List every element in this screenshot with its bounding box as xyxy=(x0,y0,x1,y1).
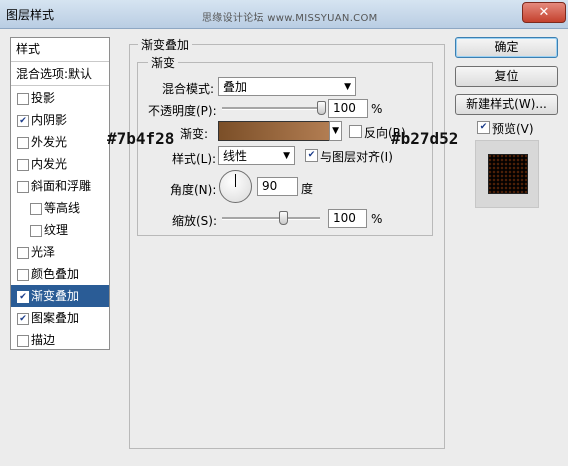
style-item[interactable]: 颜色叠加 xyxy=(11,263,109,285)
style-item[interactable]: 等高线 xyxy=(11,197,109,219)
angle-dial[interactable] xyxy=(219,170,252,203)
style-item-checkbox[interactable] xyxy=(30,203,42,215)
style-item-label: 外发光 xyxy=(31,135,68,149)
gradient-label: 渐变: xyxy=(180,127,209,141)
style-item-checkbox[interactable] xyxy=(17,247,29,259)
angle-input[interactable]: 90 xyxy=(257,177,298,196)
preview-label: 预览(V) xyxy=(492,122,534,136)
chevron-down-icon: ▼ xyxy=(332,126,339,136)
reverse-checkbox[interactable] xyxy=(349,125,362,138)
style-value: 线性 xyxy=(223,149,248,163)
style-item-label: 内阴影 xyxy=(31,113,68,127)
ok-button[interactable]: 确定 xyxy=(455,37,558,58)
blend-mode-label: 混合模式: xyxy=(162,82,215,96)
angle-indicator xyxy=(235,174,236,187)
style-item-label: 纹理 xyxy=(44,223,69,237)
style-item[interactable]: 外发光 xyxy=(11,131,109,153)
angle-label: 角度(N): xyxy=(170,183,217,197)
scale-input[interactable]: 100 xyxy=(328,209,367,228)
angle-unit: 度 xyxy=(301,182,314,196)
close-button[interactable]: ✕ xyxy=(522,2,566,23)
title-bar: 图层样式 思缘设计论坛 www.MISSYUAN.COM ✕ xyxy=(0,0,568,29)
scale-slider-track[interactable] xyxy=(222,217,320,220)
style-item-label: 渐变叠加 xyxy=(31,289,80,303)
opacity-input[interactable]: 100 xyxy=(328,99,368,118)
style-item-checkbox[interactable] xyxy=(17,181,29,193)
opacity-slider-track[interactable] xyxy=(222,107,322,110)
gradient-start-callout: #7b4f28 xyxy=(107,129,175,148)
style-item-label: 图案叠加 xyxy=(31,311,80,325)
align-with-layer-label: 与图层对齐(I) xyxy=(320,150,393,164)
styles-header-label: 样式 xyxy=(16,42,41,56)
style-item[interactable]: 描边 xyxy=(11,329,109,351)
gradient-end-callout: #b27d52 xyxy=(391,129,459,148)
scale-slider-handle[interactable] xyxy=(278,211,288,225)
gradient-overlay-title: 渐变叠加 xyxy=(138,36,193,53)
blend-options-label: 混合选项:默认 xyxy=(16,67,93,81)
style-list: 样式 混合选项:默认 投影 ✔ 内阴影 外发光 内发光 斜面和浮雕 等高线 纹理 光泽 颜色叠加 ✔… xyxy=(10,37,110,350)
watermark-text: 思缘设计论坛 www.MISSYUAN.COM xyxy=(202,13,378,24)
style-item-checkbox[interactable] xyxy=(17,159,29,171)
style-item-checkbox[interactable]: ✔ xyxy=(17,291,29,303)
style-item-label: 投影 xyxy=(31,91,56,105)
style-item[interactable]: ✔ 图案叠加 xyxy=(11,307,109,329)
style-item[interactable]: 纹理 xyxy=(11,219,109,241)
style-item-label: 内发光 xyxy=(31,157,68,171)
blend-mode-select[interactable]: 叠加 ▼ xyxy=(218,77,356,96)
gradient-picker-dropdown[interactable]: ▼ xyxy=(329,121,342,141)
style-item[interactable]: ✔ 渐变叠加 xyxy=(11,285,109,307)
list-divider xyxy=(11,61,109,62)
scale-unit: % xyxy=(371,212,383,226)
style-item-label: 颜色叠加 xyxy=(31,267,80,281)
gradient-subgroup-title: 渐变 xyxy=(148,54,179,71)
reset-button[interactable]: 复位 xyxy=(455,66,558,87)
chevron-down-icon: ▼ xyxy=(283,151,290,161)
gradient-swatch[interactable] xyxy=(218,121,330,141)
preview-thumbnail xyxy=(475,140,539,208)
style-item-checkbox[interactable] xyxy=(17,93,29,105)
preview-pattern xyxy=(488,154,528,194)
opacity-slider-handle[interactable] xyxy=(317,101,326,115)
style-item-checkbox[interactable] xyxy=(17,269,29,281)
check-icon: ✔ xyxy=(479,122,488,132)
style-item-label: 光泽 xyxy=(31,245,56,259)
align-with-layer-checkbox[interactable]: ✔ xyxy=(305,149,318,162)
opacity-label: 不透明度(P): xyxy=(148,104,217,118)
chevron-down-icon: ▼ xyxy=(344,82,351,92)
style-item-label: 描边 xyxy=(31,333,56,347)
style-item[interactable]: 内发光 xyxy=(11,153,109,175)
blend-mode-value: 叠加 xyxy=(223,80,248,94)
style-item-checkbox[interactable] xyxy=(17,335,29,347)
style-item[interactable]: 投影 xyxy=(11,87,109,109)
check-icon: ✔ xyxy=(307,150,316,160)
style-select[interactable]: 线性 ▼ xyxy=(218,146,295,165)
style-item[interactable]: 光泽 xyxy=(11,241,109,263)
preview-checkbox[interactable]: ✔ xyxy=(477,121,490,134)
list-divider xyxy=(11,85,109,86)
new-style-button[interactable]: 新建样式(W)... xyxy=(455,94,558,115)
style-item-checkbox[interactable] xyxy=(17,137,29,149)
style-item[interactable]: 斜面和浮雕 xyxy=(11,175,109,197)
style-item-checkbox[interactable] xyxy=(30,225,42,237)
style-item[interactable]: ✔ 内阴影 xyxy=(11,109,109,131)
style-item-label: 斜面和浮雕 xyxy=(31,179,92,193)
window-title: 图层样式 xyxy=(6,8,55,22)
style-item-label: 等高线 xyxy=(44,201,81,215)
scale-label: 缩放(S): xyxy=(172,214,218,228)
opacity-unit: % xyxy=(371,102,383,116)
styles-header[interactable]: 样式 xyxy=(11,38,109,60)
style-item-checkbox[interactable]: ✔ xyxy=(17,313,29,325)
style-item-checkbox[interactable]: ✔ xyxy=(17,115,29,127)
style-label: 样式(L): xyxy=(172,152,217,166)
blend-options-item[interactable]: 混合选项:默认 xyxy=(11,63,109,85)
